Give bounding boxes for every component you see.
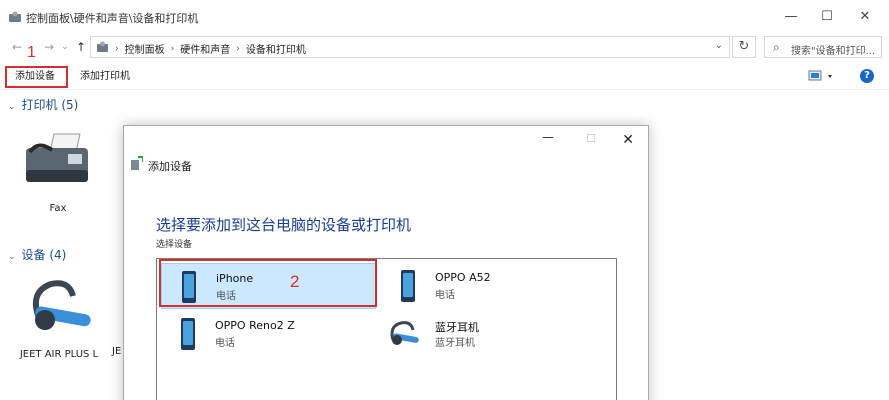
maximize-button[interactable]: ☐ — [812, 6, 842, 28]
devices-section-header[interactable]: ⌄ 设备 (4) — [8, 246, 66, 263]
device-type: 电话 — [215, 338, 235, 349]
device-type: 电话 — [435, 290, 455, 301]
window-title: 控制面板\硬件和声音\设备和打印机 — [26, 12, 199, 25]
annotation-highlight-box — [159, 259, 377, 307]
breadcrumb-devices-printers[interactable]: 设备和打印机 — [246, 41, 306, 56]
device-item-fax[interactable]: Fax — [18, 130, 98, 214]
device-name: 蓝牙耳机 — [435, 321, 479, 334]
recent-locations-button[interactable]: ⌄ — [58, 38, 72, 56]
title-bar: 控制面板\硬件和声音\设备和打印机 — ☐ ✕ — [0, 0, 889, 34]
minimize-button[interactable]: — — [542, 130, 554, 144]
view-options-icon[interactable] — [808, 70, 836, 82]
add-device-icon — [131, 156, 143, 170]
breadcrumb-separator: › — [115, 43, 119, 54]
address-bar[interactable]: › 控制面板 › 硬件和声音 › 设备和打印机 ⌄ — [90, 36, 730, 58]
headset-icon — [33, 280, 91, 330]
add-printer-button[interactable]: 添加打印机 — [74, 66, 136, 88]
printers-section-label: 打印机 (5) — [21, 98, 79, 112]
devices-section-label: 设备 (4) — [21, 248, 67, 262]
control-panel-icon — [97, 41, 108, 52]
device-option-oppo-reno2-z[interactable]: OPPO Reno2 Z 电话 — [161, 311, 376, 357]
search-input[interactable]: ⌕ 搜索"设备和打印... — [764, 36, 882, 58]
control-panel-icon — [9, 11, 21, 22]
device-type: 蓝牙耳机 — [435, 338, 475, 349]
dialog-heading: 选择要添加到这台电脑的设备或打印机 — [156, 216, 412, 234]
headset-icon — [390, 321, 419, 345]
fax-icon — [26, 133, 88, 182]
chevron-down-icon[interactable]: ⌄ — [8, 252, 16, 262]
minimize-button[interactable]: — — [776, 6, 806, 28]
command-bar: 添加设备 添加打印机 ? — [0, 62, 889, 90]
phone-icon — [181, 318, 195, 350]
help-icon[interactable]: ? — [860, 69, 874, 83]
annotation-step-2: 2 — [290, 272, 300, 291]
close-button[interactable]: ✕ — [622, 132, 634, 148]
maximize-button: ☐ — [586, 132, 596, 145]
forward-button[interactable]: → — [42, 38, 56, 56]
close-button[interactable]: ✕ — [850, 6, 880, 28]
printers-section-header[interactable]: ⌄ 打印机 (5) — [8, 96, 78, 113]
add-device-button[interactable]: 添加设备 — [5, 66, 68, 88]
search-placeholder: 搜索"设备和打印... — [791, 46, 876, 57]
back-button[interactable]: ← — [10, 38, 24, 56]
device-option-bluetooth-headset[interactable]: 蓝牙耳机 蓝牙耳机 — [381, 311, 596, 357]
refresh-button[interactable]: ↻ — [732, 36, 756, 58]
dialog-subheading: 选择设备 — [156, 240, 193, 250]
device-item-headset[interactable]: JEET AIR PLUS L — [14, 276, 104, 360]
breadcrumb-hardware-sound[interactable]: 硬件和声音 — [180, 41, 230, 56]
device-name: OPPO A52 — [435, 271, 491, 284]
device-option-oppo-a52[interactable]: OPPO A52 电话 — [381, 263, 596, 309]
breadcrumb-separator: › — [170, 43, 175, 54]
device-name: OPPO Reno2 Z — [215, 319, 295, 332]
phone-icon — [401, 270, 415, 302]
device-label: Fax — [49, 203, 67, 214]
search-icon: ⌕ — [773, 40, 780, 54]
dialog-title: 添加设备 — [148, 160, 192, 173]
annotation-step-1: 1 — [27, 44, 36, 61]
chevron-down-icon[interactable]: ⌄ — [8, 102, 16, 112]
up-button[interactable]: ↑ — [74, 38, 88, 56]
breadcrumb-separator: › — [236, 43, 240, 54]
breadcrumb-control-panel[interactable]: 控制面板 — [125, 41, 165, 56]
navigation-bar: ← → ⌄ ↑ › 控制面板 › 硬件和声音 › 设备和打印机 ⌄ ↻ ⌕ 搜索… — [0, 34, 889, 60]
device-label: JEET AIR PLUS L — [19, 349, 99, 360]
chevron-down-icon[interactable]: ⌄ — [715, 40, 723, 51]
